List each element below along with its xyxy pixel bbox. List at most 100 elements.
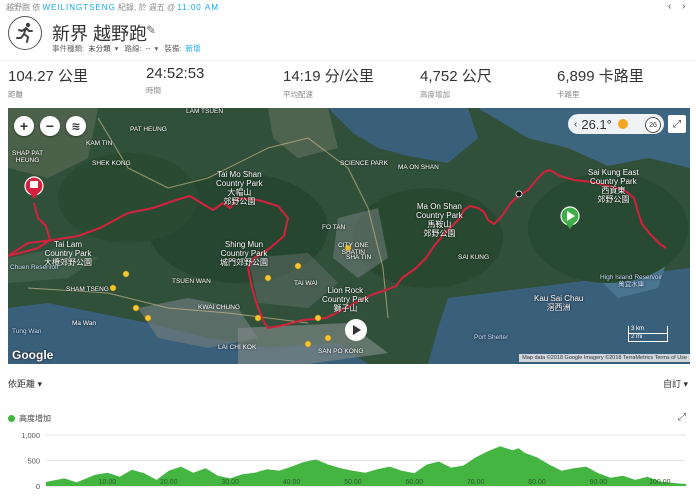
map-label: SHAP PAT HEUNG bbox=[12, 150, 44, 164]
edit-pencil-icon[interactable]: ✎ bbox=[146, 23, 156, 37]
map-label: KAM TIN bbox=[86, 140, 113, 147]
x-tick-label: 50.00 bbox=[344, 479, 362, 486]
route-map[interactable]: SHAP PAT HEUNG PAT HEUNG LAM TSUEN KAM T… bbox=[8, 108, 690, 364]
elevation-chart[interactable]: 1,000 500 0 10.00 20.00 30.00 40.00 50.00 60.00 7… bbox=[0, 426, 696, 496]
y-tick-label: 0 bbox=[36, 482, 40, 491]
map-label: SHEK KONG bbox=[92, 160, 131, 167]
stat-value: 6,899 卡路里 bbox=[557, 68, 644, 85]
layers-icon: ≋ bbox=[71, 120, 81, 133]
x-tick-label: 60.00 bbox=[406, 479, 424, 486]
map-label: TSUEN WAN bbox=[172, 278, 211, 285]
map-label: Sai Kung East Country Park 西貢東 郊野公園 bbox=[588, 168, 639, 204]
map-label: LAI CHI KOK bbox=[218, 344, 257, 351]
map-label: Shing Mun Country Park 城門郊野公園 bbox=[220, 240, 268, 267]
stat-value: 14:19 分/公里 bbox=[283, 68, 374, 85]
map-label: SHA TIN bbox=[346, 254, 372, 261]
x-axis-selector[interactable]: 依距離 ▾ bbox=[8, 377, 42, 390]
map-label: LAM TSUEN bbox=[186, 108, 224, 115]
map-label: Tai Lam Country Park 大欖郊野公園 bbox=[44, 240, 92, 267]
map-label: SCIENCE PARK bbox=[340, 160, 388, 167]
map-label: SHAM TSENG bbox=[66, 286, 109, 293]
stat-label: 距離 bbox=[8, 90, 23, 99]
stat-label: 卡路里 bbox=[557, 90, 580, 99]
activity-header: 新界 越野跑 ✎ 事件種類: 未分類 ▾ 路線: -- ▾ 裝備: 新增 bbox=[6, 14, 690, 58]
map-label: Kau Sai Chau 滘西洲 bbox=[534, 294, 584, 312]
fullscreen-icon[interactable]: ⤢ bbox=[668, 115, 686, 133]
activity-type-label: 越野跑 bbox=[6, 3, 30, 12]
x-tick-label: 70.00 bbox=[467, 479, 485, 486]
elevation-legend[interactable]: 高度增加 bbox=[8, 413, 51, 424]
stat-elevation-gain: 4,752 公尺 高度增加 bbox=[420, 65, 492, 100]
chevron-down-icon: ▾ bbox=[37, 379, 43, 389]
stat-value: 4,752 公尺 bbox=[420, 68, 492, 85]
map-label: Ma On Shan Country Park 馬鞍山 郊野公園 bbox=[416, 202, 463, 238]
y-tick-label: 1,000 bbox=[21, 431, 40, 440]
activity-page: 越野跑 依 WEILINGTSENG 紀錄, 於 週五 @ 11:00 AM ‹… bbox=[0, 0, 696, 496]
expand-chart-icon[interactable]: ⤢ bbox=[678, 412, 686, 423]
play-button[interactable] bbox=[345, 319, 367, 341]
google-logo: Google bbox=[12, 348, 54, 362]
sun-icon bbox=[617, 119, 628, 129]
date-label: 於 週五 @ bbox=[138, 3, 176, 12]
map-label: FO TAN bbox=[322, 224, 346, 231]
stat-pace: 14:19 分/公里 平均配速 bbox=[283, 65, 374, 100]
map-label: Chuen Reservoir bbox=[10, 264, 59, 271]
stat-value: 24:52:53 bbox=[146, 65, 205, 82]
map-label: SAI KUNG bbox=[458, 254, 490, 261]
map-label: TAI WAI bbox=[294, 280, 318, 287]
next-activity-icon[interactable]: › bbox=[682, 1, 685, 12]
map-label: SAN PO KONG bbox=[318, 348, 364, 355]
gear-label: 裝備: bbox=[164, 44, 182, 53]
legend-dot-icon bbox=[8, 415, 15, 422]
map-layers-button[interactable]: ≋ bbox=[66, 116, 86, 136]
x-tick-label: 20.00 bbox=[160, 479, 178, 486]
x-axis-selector-label: 依距離 bbox=[8, 379, 36, 389]
x-tick-label: 100.00 bbox=[649, 479, 671, 486]
y-tick-label: 500 bbox=[27, 457, 40, 466]
map-label: MA ON SHAN bbox=[398, 164, 439, 171]
activity-meta: 事件種類: 未分類 ▾ 路線: -- ▾ 裝備: 新增 bbox=[52, 43, 205, 54]
x-tick-label: 30.00 bbox=[221, 479, 239, 486]
prev-activity-icon[interactable]: ‹ bbox=[668, 1, 671, 12]
custom-selector-label: 自訂 bbox=[662, 379, 681, 389]
running-icon bbox=[8, 16, 42, 50]
x-tick-label: 80.00 bbox=[528, 479, 546, 486]
map-label: Tai Mo Shan Country Park 大帽山 郊野公園 bbox=[216, 170, 263, 206]
zoom-out-button[interactable]: − bbox=[40, 116, 60, 136]
map-attribution[interactable]: Map data ©2018 Google Imagery ©2018 Terr… bbox=[519, 354, 690, 362]
stat-time: 24:52:53 時間 bbox=[146, 65, 204, 96]
custom-selector[interactable]: 自訂 ▾ bbox=[663, 377, 688, 390]
chevron-down-icon[interactable]: ▾ bbox=[115, 44, 119, 53]
wind-badge: 26 bbox=[645, 117, 661, 133]
course-select[interactable]: -- bbox=[146, 44, 151, 53]
x-tick-label: 40.00 bbox=[283, 479, 301, 486]
event-type-select[interactable]: 未分類 bbox=[88, 44, 111, 53]
stat-label: 時間 bbox=[146, 86, 161, 95]
map-label: High Island Reservoir 萬宜水庫 bbox=[600, 274, 663, 288]
elevation-legend-label: 高度增加 bbox=[19, 414, 51, 423]
activity-breadcrumb: 越野跑 依 WEILINGTSENG 紀錄, 於 週五 @ 11:00 AM ‹… bbox=[0, 0, 696, 14]
weather-temperature: 26.1° bbox=[581, 116, 612, 132]
map-label: Lion Rock Country Park 獅子山 bbox=[322, 286, 369, 313]
stat-label: 高度增加 bbox=[420, 90, 450, 99]
x-tick-label: 90.00 bbox=[590, 479, 608, 486]
chevron-left-icon: ‹ bbox=[574, 118, 578, 130]
by-label: 依 bbox=[32, 3, 41, 12]
chevron-down-icon: ▾ bbox=[683, 379, 688, 389]
scale-km: 3 km bbox=[628, 326, 668, 334]
user-link[interactable]: WEILINGTSENG bbox=[42, 3, 115, 12]
stat-calories: 6,899 卡路里 卡路里 bbox=[557, 65, 644, 100]
zoom-in-button[interactable]: + bbox=[14, 116, 34, 136]
stat-label: 平均配速 bbox=[283, 90, 313, 99]
x-tick-label: 10.00 bbox=[99, 479, 117, 486]
record-label: 紀錄, bbox=[118, 3, 137, 12]
map-label: PAT HEUNG bbox=[130, 126, 167, 133]
course-label: 路線: bbox=[124, 44, 142, 53]
stats-row: 104.27 公里 距離 24:52:53 時間 14:19 分/公里 平均配速… bbox=[0, 60, 696, 102]
time-label: 11:00 AM bbox=[177, 3, 219, 12]
map-label: Tung Wan bbox=[12, 328, 42, 335]
add-gear-link[interactable]: 新增 bbox=[186, 44, 201, 53]
map-label: KWAI CHUNG bbox=[198, 304, 241, 311]
chevron-down-icon[interactable]: ▾ bbox=[155, 44, 159, 53]
scale-mi: 2 mi bbox=[628, 334, 668, 342]
